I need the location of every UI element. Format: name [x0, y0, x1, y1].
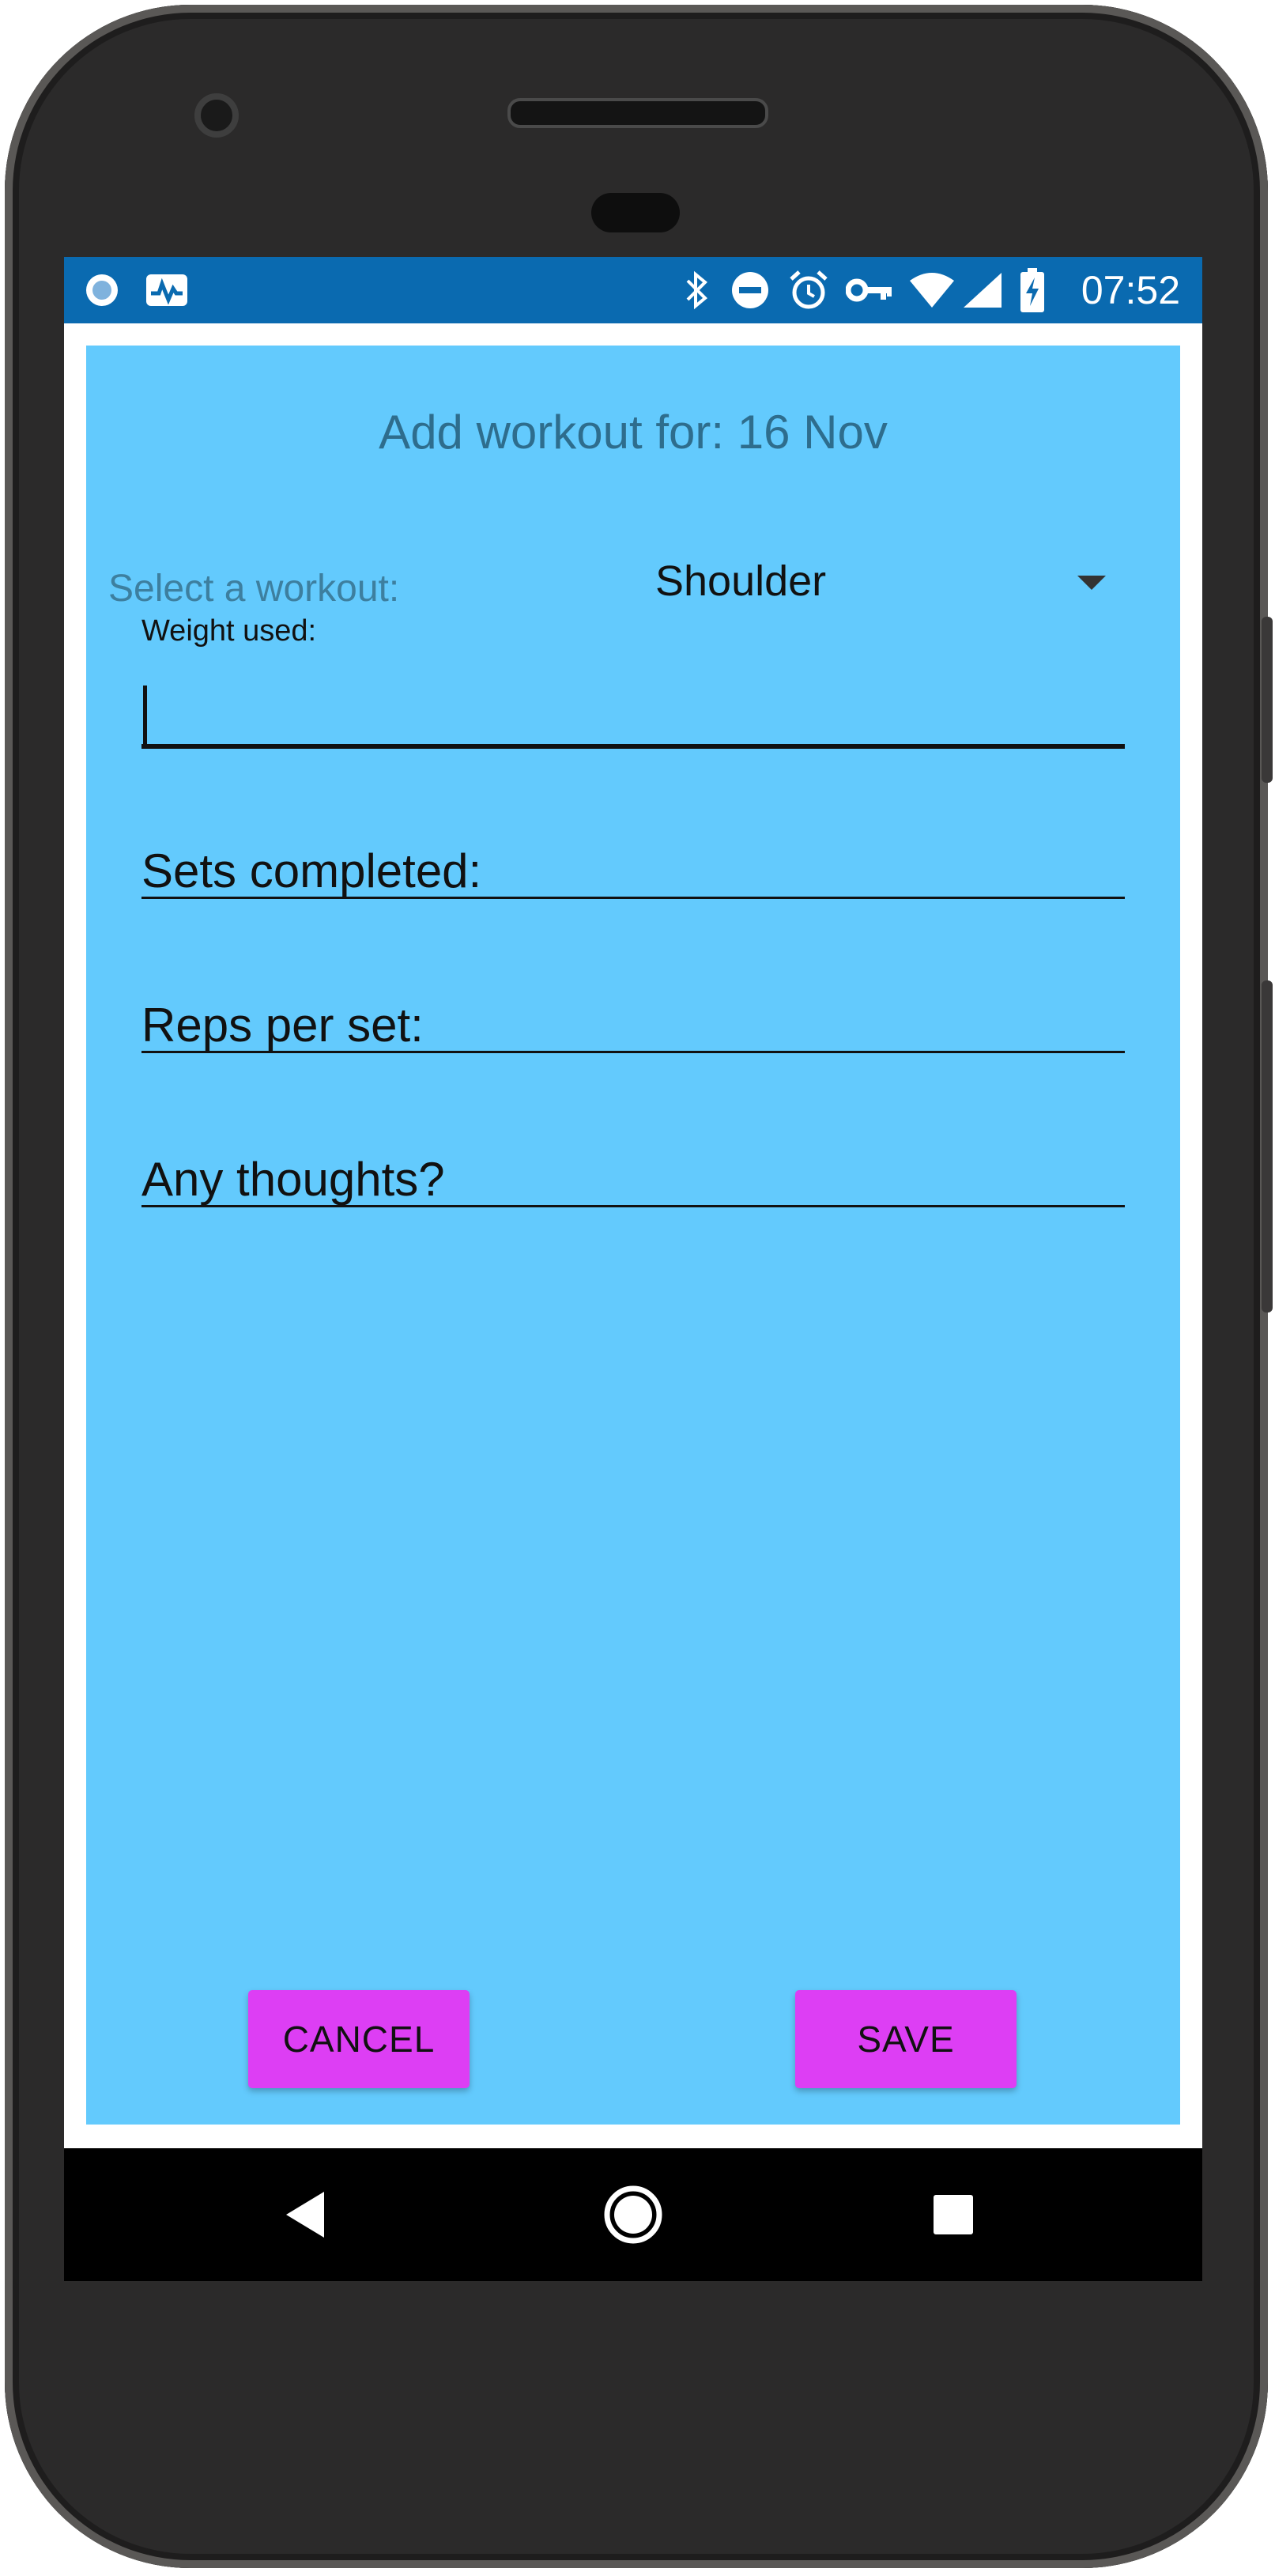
status-time: 07:52 — [1081, 268, 1180, 312]
proximity-sensor — [591, 193, 680, 232]
navigation-bar — [64, 2148, 1202, 2281]
alarm-icon — [785, 257, 832, 323]
status-bar: 07:52 — [64, 257, 1202, 323]
reps-per-set-placeholder: Reps per set: — [141, 999, 424, 1052]
volume-button — [1262, 980, 1273, 1313]
thoughts-placeholder: Any thoughts? — [141, 1153, 445, 1206]
back-icon[interactable] — [242, 2148, 368, 2281]
workout-dropdown-value: Shoulder — [655, 557, 827, 605]
workout-dropdown[interactable]: Shoulder — [655, 547, 1145, 618]
bluetooth-icon — [677, 257, 717, 323]
record-icon — [78, 257, 126, 323]
page-title: Add workout for: 16 Nov — [379, 406, 888, 459]
home-icon[interactable] — [570, 2148, 696, 2281]
weight-input[interactable] — [141, 662, 1125, 749]
save-button[interactable]: SAVE — [795, 1990, 1017, 2088]
reps-per-set-input[interactable]: Reps per set: — [141, 966, 1125, 1053]
vpn-key-icon — [843, 257, 896, 323]
reps-input-underline — [141, 1051, 1125, 1053]
battery-charging-icon — [1013, 257, 1052, 323]
wifi-icon — [907, 257, 957, 323]
sets-completed-input[interactable]: Sets completed: — [141, 812, 1125, 899]
sets-input-underline — [141, 897, 1125, 899]
earpiece-speaker — [507, 98, 768, 128]
front-camera — [194, 93, 239, 138]
sets-completed-placeholder: Sets completed: — [141, 844, 482, 897]
signal-icon — [959, 257, 1006, 323]
workout-select-label: Select a workout: — [108, 568, 400, 610]
add-workout-form: Add workout for: 16 Nov Select a workout… — [86, 346, 1180, 2125]
thoughts-input[interactable]: Any thoughts? — [141, 1120, 1125, 1207]
dnd-icon — [726, 257, 774, 323]
power-button — [1262, 617, 1273, 783]
weight-input-underline — [141, 744, 1125, 749]
recents-icon[interactable] — [890, 2148, 1017, 2281]
pulse-icon — [143, 257, 190, 323]
dropdown-arrow-icon — [1077, 576, 1106, 590]
screen: 07:52 Add workout for: 16 Nov Select a w… — [64, 257, 1202, 2281]
weight-label: Weight used: — [141, 614, 317, 648]
thoughts-input-underline — [141, 1205, 1125, 1207]
cancel-button[interactable]: CANCEL — [248, 1990, 470, 2088]
text-cursor — [143, 686, 147, 749]
